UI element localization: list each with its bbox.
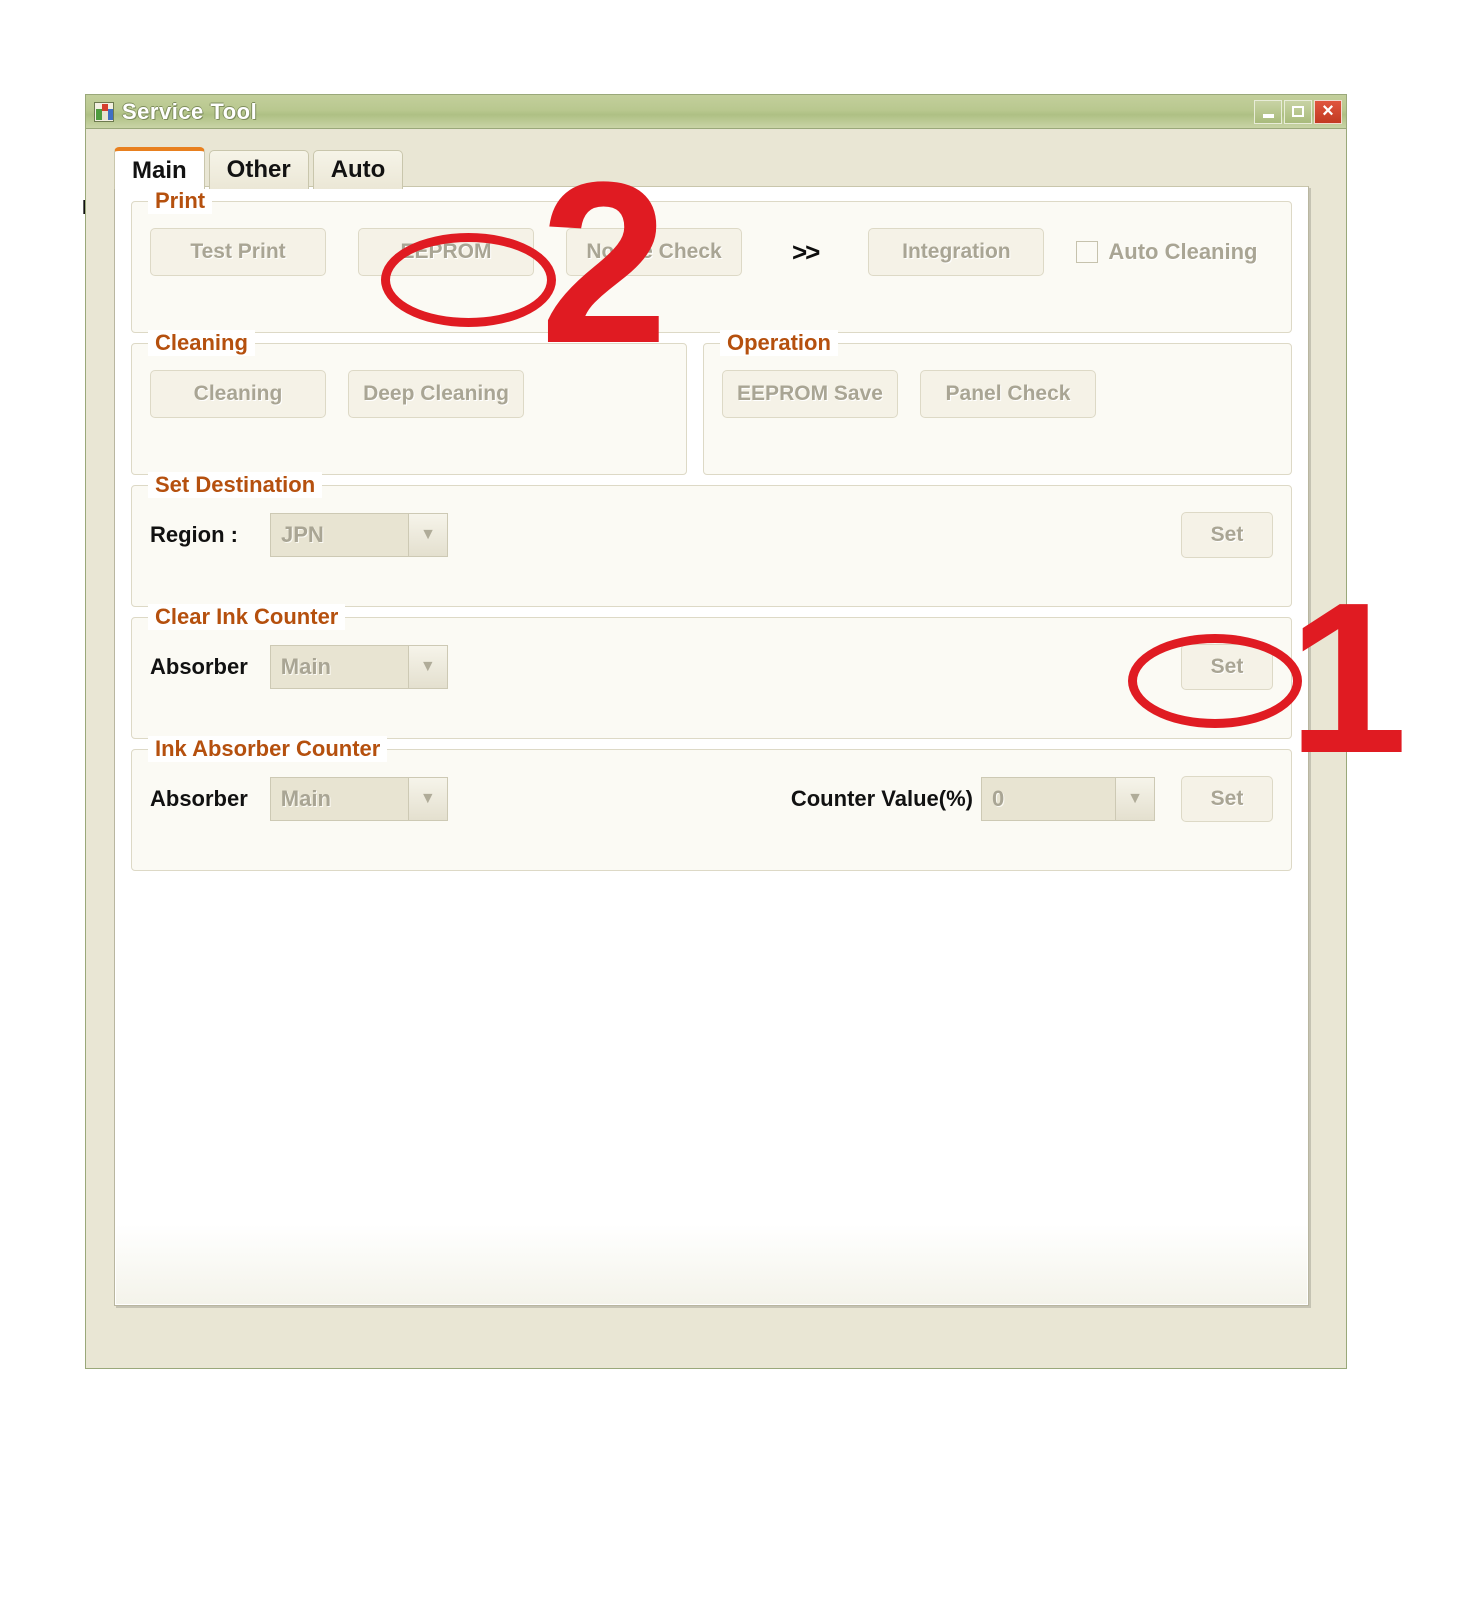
- auto-cleaning-checkbox[interactable]: [1076, 241, 1099, 263]
- test-print-button[interactable]: Test Print: [150, 228, 326, 276]
- group-set-destination: Set Destination Region : JPN ▼ Set: [131, 472, 1292, 607]
- minimize-button[interactable]: [1254, 99, 1282, 124]
- chevron-down-icon[interactable]: ▼: [407, 646, 447, 688]
- group-set-destination-legend: Set Destination: [148, 472, 323, 498]
- ink-absorber-label: Absorber: [150, 786, 248, 811]
- ink-absorber-dropdown[interactable]: Main ▼: [269, 777, 448, 821]
- ink-absorber-value: Main: [280, 786, 331, 811]
- group-clear-ink-counter-legend: Clear Ink Counter: [148, 604, 346, 630]
- group-ink-absorber-counter-legend: Ink Absorber Counter: [148, 736, 388, 762]
- window-title: Service Tool: [122, 98, 258, 124]
- auto-cleaning-checkbox-row[interactable]: Auto Cleaning: [1076, 239, 1257, 265]
- nozzle-check-button[interactable]: Nozzle Check: [566, 228, 742, 276]
- app-grid-icon: [94, 101, 114, 122]
- deep-cleaning-button[interactable]: Deep Cleaning: [348, 370, 524, 418]
- clear-ink-absorber-dropdown[interactable]: Main ▼: [269, 645, 448, 689]
- tab-auto[interactable]: Auto: [312, 150, 404, 189]
- counter-value: 0: [992, 786, 1005, 811]
- chevron-down-icon[interactable]: ▼: [1115, 778, 1154, 820]
- panel-check-button[interactable]: Panel Check: [920, 370, 1096, 418]
- group-cleaning: Cleaning Cleaning Deep Cleaning: [131, 330, 687, 475]
- group-ink-absorber-counter: Ink Absorber Counter Absorber Main ▼ Cou…: [131, 736, 1292, 871]
- group-print-legend: Print: [148, 188, 213, 214]
- clear-ink-absorber-value: Main: [280, 654, 331, 679]
- tab-strip: Main Other Auto: [114, 147, 404, 189]
- cleaning-button[interactable]: Cleaning: [150, 370, 326, 418]
- counter-value-label: Counter Value(%): [790, 786, 973, 811]
- region-label: Region :: [150, 522, 238, 547]
- service-tool-window: Service Tool × Main Other Auto Print Tes…: [85, 94, 1347, 1369]
- sequence-arrow-icon: >>: [792, 237, 820, 267]
- clear-ink-absorber-label: Absorber: [150, 654, 248, 679]
- group-clear-ink-counter: Clear Ink Counter Absorber Main ▼ Set: [131, 604, 1292, 739]
- eeprom-button[interactable]: EEPROM: [358, 228, 534, 276]
- region-dropdown[interactable]: JPN ▼: [270, 513, 448, 557]
- window-controls: ×: [1254, 99, 1342, 124]
- group-cleaning-legend: Cleaning: [148, 330, 255, 356]
- clear-ink-counter-set-button[interactable]: Set: [1181, 644, 1273, 690]
- integration-button[interactable]: Integration: [868, 228, 1045, 276]
- chevron-down-icon[interactable]: ▼: [408, 514, 447, 556]
- group-print: Print Test Print EEPROM Nozzle Check >> …: [131, 188, 1292, 333]
- cleaning-operation-row: Cleaning Cleaning Deep Cleaning Operatio…: [131, 330, 1292, 475]
- group-operation: Operation EEPROM Save Panel Check: [703, 330, 1292, 475]
- set-destination-set-button[interactable]: Set: [1181, 512, 1273, 558]
- region-value: JPN: [281, 522, 324, 547]
- ink-absorber-counter-set-button[interactable]: Set: [1181, 776, 1273, 822]
- minimize-icon: [1262, 113, 1274, 118]
- tab-main[interactable]: Main: [114, 147, 205, 189]
- maximize-icon: [1292, 106, 1304, 117]
- tab-other[interactable]: Other: [208, 150, 309, 189]
- close-button[interactable]: ×: [1314, 99, 1342, 124]
- close-icon: ×: [1322, 99, 1334, 122]
- maximize-button[interactable]: [1284, 99, 1312, 124]
- eeprom-save-button[interactable]: EEPROM Save: [722, 370, 898, 418]
- tab-page-main: Print Test Print EEPROM Nozzle Check >> …: [114, 186, 1309, 1306]
- group-operation-legend: Operation: [720, 330, 838, 356]
- title-bar[interactable]: Service Tool ×: [86, 95, 1346, 129]
- auto-cleaning-label: Auto Cleaning: [1108, 239, 1258, 264]
- chevron-down-icon[interactable]: ▼: [407, 778, 447, 820]
- counter-value-dropdown[interactable]: 0 ▼: [981, 777, 1155, 821]
